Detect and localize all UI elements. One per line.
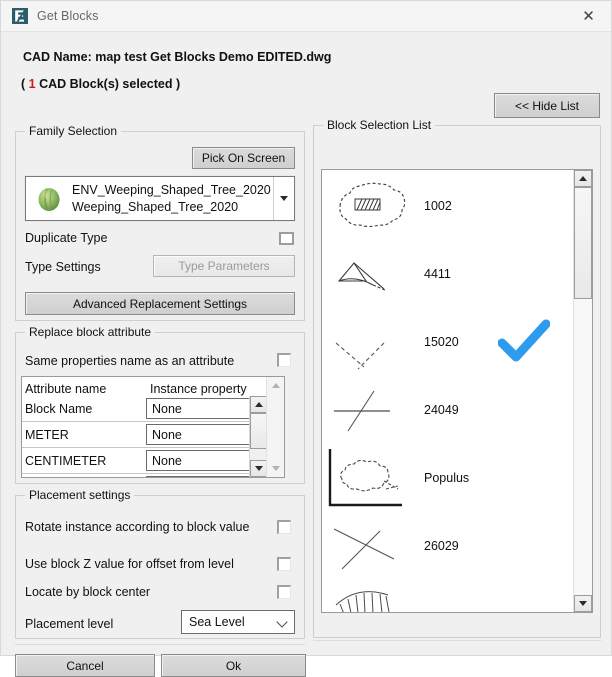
list-item-label: 4411 — [424, 267, 451, 281]
tree-family-thumbnail-icon — [34, 184, 64, 214]
triangle-block-icon — [328, 245, 408, 303]
block-list-viewport: 1002 4411 15020 24049 Populus 26029 — [322, 170, 574, 612]
use-block-z-checkbox[interactable] — [277, 557, 291, 571]
locate-by-block-center-label: Locate by block center — [25, 585, 151, 599]
table-row[interactable]: METER None — [22, 421, 284, 447]
selection-suffix: CAD Block(s) selected ) — [39, 77, 181, 91]
placement-level-combobox[interactable]: Sea Level — [181, 610, 295, 634]
attribute-name-cell: Block Name — [25, 401, 93, 416]
instance-property-value: None — [152, 427, 182, 442]
instance-property-value: None — [152, 453, 182, 468]
duplicate-type-checkbox[interactable] — [279, 232, 294, 245]
list-item-label: Populus — [424, 471, 470, 485]
x-lines-block-icon — [328, 517, 408, 575]
divider — [15, 644, 305, 645]
attribute-name-cell: CENTIMETER — [25, 453, 107, 468]
scrollbar-thumb[interactable] — [250, 413, 267, 449]
locate-by-block-center-checkbox[interactable] — [277, 585, 291, 599]
scroll-up-button[interactable] — [574, 170, 592, 187]
block-selection-list[interactable]: 1002 4411 15020 24049 Populus 26029 — [321, 169, 593, 613]
selection-prefix: ( — [21, 77, 26, 91]
list-item-label: 24049 — [424, 403, 459, 417]
scrollbar-thumb[interactable] — [574, 187, 592, 299]
chevron-down-icon[interactable] — [273, 177, 294, 220]
scroll-up-button[interactable] — [250, 396, 267, 413]
list-item-label: 1002 — [424, 199, 452, 213]
title-bar: Get Blocks ✕ — [1, 1, 611, 31]
dialog-body: CAD Name: map test Get Blocks Demo EDITE… — [1, 31, 611, 677]
family-combobox[interactable]: ENV_Weeping_Shaped_Tree_2020 Weeping_Sha… — [25, 176, 295, 221]
selection-count-value: 1 — [28, 77, 36, 91]
family-name-line2: Weeping_Shaped_Tree_2020 — [72, 199, 239, 214]
window-title: Get Blocks — [37, 9, 99, 23]
block-list-scrollbar[interactable] — [573, 170, 592, 612]
crossing-lines-block-icon — [328, 381, 408, 439]
cancel-button[interactable]: Cancel — [15, 654, 155, 677]
cad-name-label: CAD Name: map test Get Blocks Demo EDITE… — [23, 50, 332, 64]
table-header-row: Attribute name Instance property — [22, 377, 284, 396]
list-item[interactable]: 1002 — [322, 172, 574, 240]
list-item[interactable]: 26029 — [322, 512, 574, 580]
same-properties-checkbox[interactable] — [277, 353, 291, 367]
type-parameters-button[interactable]: Type Parameters — [153, 255, 295, 277]
family-selection-legend: Family Selection — [25, 124, 122, 138]
column-header-instance-property: Instance property — [150, 382, 247, 396]
table-row[interactable]: CENTIMETER None — [22, 447, 284, 473]
table-row[interactable]: Block Name None — [22, 396, 284, 421]
hatched-arc-block-icon — [328, 583, 408, 612]
use-block-z-label: Use block Z value for offset from level — [25, 557, 234, 571]
selection-count-label: ( 1 CAD Block(s) selected ) — [21, 77, 180, 91]
scroll-up-button[interactable] — [267, 377, 284, 394]
vee-lines-block-icon — [328, 313, 408, 371]
type-settings-label: Type Settings — [25, 260, 101, 274]
close-icon[interactable]: ✕ — [566, 1, 611, 31]
column-header-attribute-name: Attribute name — [25, 382, 107, 396]
list-item[interactable]: Populus — [322, 444, 574, 512]
table-row[interactable]: MARK None — [22, 473, 284, 477]
list-item[interactable]: 4411 — [322, 240, 574, 308]
attribute-table-scrollbar[interactable] — [266, 377, 284, 477]
ok-button[interactable]: Ok — [161, 654, 306, 677]
list-item-label: 15020 — [424, 335, 459, 349]
chevron-down-icon — [276, 616, 288, 628]
app-logo-icon — [11, 7, 29, 25]
advanced-replacement-settings-button[interactable]: Advanced Replacement Settings — [25, 292, 295, 315]
same-properties-label: Same properties name as an attribute — [25, 354, 235, 368]
placement-settings-legend: Placement settings — [25, 488, 135, 502]
list-item[interactable] — [322, 580, 574, 612]
tree-cloud-block-icon — [328, 447, 408, 507]
gear-outline-block-icon — [328, 177, 408, 235]
attribute-mapping-table[interactable]: Attribute name Instance property Block N… — [21, 376, 285, 478]
scroll-down-button[interactable] — [250, 460, 267, 477]
rotate-instance-checkbox[interactable] — [277, 520, 291, 534]
attribute-rows-scrollbar[interactable] — [249, 396, 267, 477]
get-blocks-dialog: Get Blocks ✕ CAD Name: map test Get Bloc… — [0, 0, 612, 677]
scroll-down-button[interactable] — [267, 460, 284, 477]
family-combobox-value: ENV_Weeping_Shaped_Tree_2020 Weeping_Sha… — [72, 182, 273, 216]
pick-on-screen-button[interactable]: Pick On Screen — [192, 147, 295, 169]
list-item-label: 26029 — [424, 539, 459, 553]
selected-block-check-icon — [497, 319, 551, 363]
placement-level-value: Sea Level — [189, 615, 245, 629]
hide-list-button[interactable]: << Hide List — [494, 93, 600, 118]
rotate-instance-label: Rotate instance according to block value — [25, 520, 250, 534]
replace-block-attribute-legend: Replace block attribute — [25, 325, 156, 339]
family-name-line1: ENV_Weeping_Shaped_Tree_2020 — [72, 182, 271, 197]
block-selection-list-legend: Block Selection List — [323, 118, 436, 132]
duplicate-type-label: Duplicate Type — [25, 231, 108, 245]
instance-property-value: None — [152, 401, 182, 416]
divider — [313, 640, 601, 641]
placement-level-label: Placement level — [25, 617, 114, 631]
list-item[interactable]: 24049 — [322, 376, 574, 444]
scroll-down-button[interactable] — [574, 595, 592, 612]
attribute-name-cell: METER — [25, 427, 69, 442]
